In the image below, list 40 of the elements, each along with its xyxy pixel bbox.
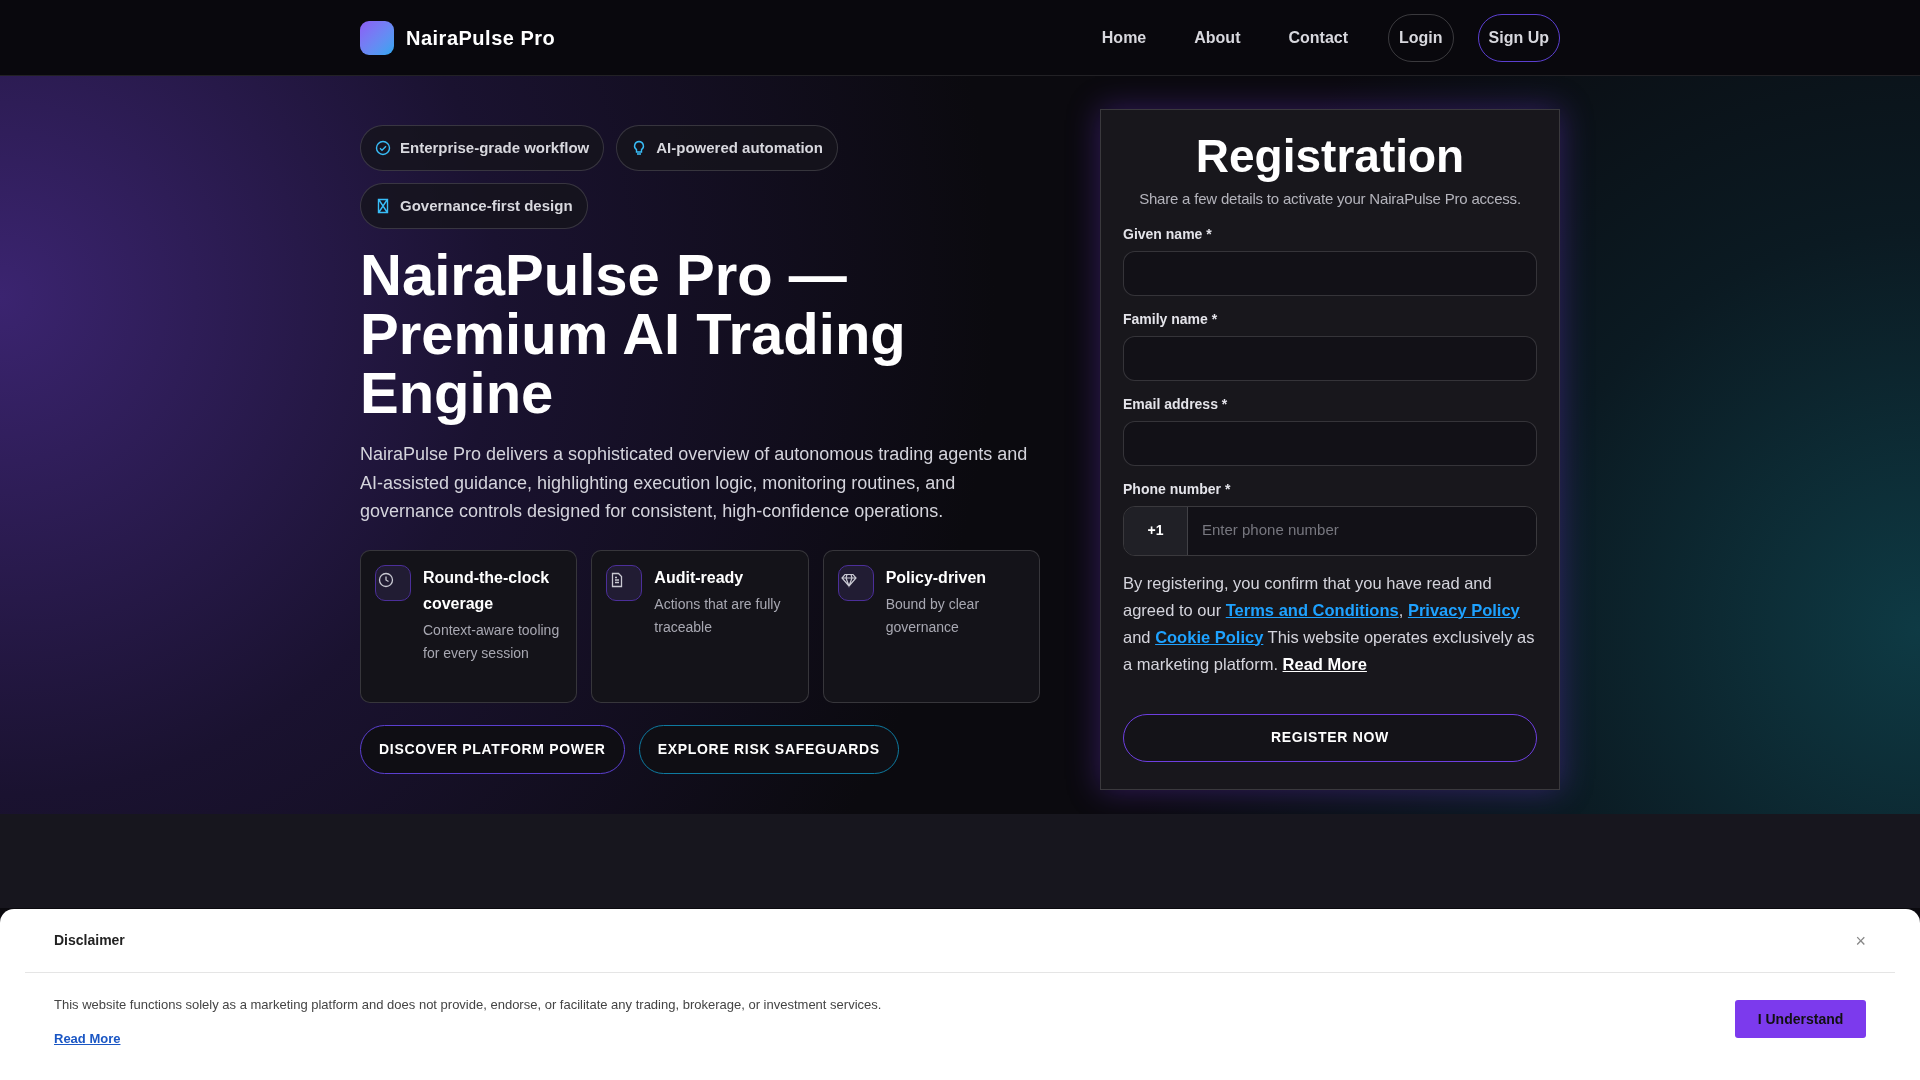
badge-label: Governance-first design [400, 195, 573, 216]
hourglass-icon [375, 198, 391, 214]
text-input[interactable] [1123, 420, 1537, 466]
feature-text: Bound by clear governance [885, 594, 981, 637]
brand-name[interactable]: NairaPulse Pro [406, 22, 556, 53]
clock-icon [378, 571, 394, 588]
badge-label: AI-powered automation [656, 137, 823, 158]
cta-button[interactable]: EXPLORE RISK SAFEGUARDS [638, 724, 899, 774]
badge-label: Enterprise-grade workflow [400, 137, 590, 158]
policy-link[interactable]: Privacy Policy [1407, 600, 1520, 619]
diamond-icon [840, 571, 857, 588]
feature-title: Policy-driven [885, 567, 988, 588]
registration-title: Registration [1194, 129, 1466, 184]
nav-link[interactable]: Contact [1272, 13, 1364, 62]
read-more-link[interactable]: Read More [1282, 654, 1367, 673]
text-input[interactable] [1123, 250, 1537, 296]
feature-title: Audit-ready [654, 567, 745, 588]
feature-title: Round-the-clock coverage [423, 567, 551, 614]
field-label: Family name * [1123, 309, 1219, 328]
register-button[interactable]: REGISTER NOW [1123, 713, 1537, 762]
hero-description: NairaPulse Pro delivers a sophisticated overview of autonomous trading agents and AI-assisted guidance, highlighting execution logic, monitoring routines, and governance controls designed for consistent, high-confidence operations. [360, 443, 1029, 523]
disclaimer-title: Disclaimer [54, 931, 125, 950]
read-more-link[interactable]: Read More [54, 1028, 121, 1048]
field-label: Phone number * [1123, 479, 1232, 498]
field-label: Email address * [1123, 394, 1229, 413]
logo-icon [360, 20, 394, 55]
cta-button[interactable]: DISCOVER PLATFORM POWER [360, 724, 625, 774]
feature-text: Context-aware tooling for every session [423, 620, 561, 663]
nav-link[interactable]: About [1178, 13, 1257, 62]
field-label: Given name * [1123, 224, 1213, 243]
nav-link[interactable]: Home [1085, 13, 1163, 62]
consent-text: By registering, you confirm that you have read and agreed to our Terms and Conditions, Privacy Policy and Cookie Policy This website operates exclusively as a marketing platform. Read More [1123, 572, 1536, 675]
feature-text: Actions that are fully traceable [654, 594, 782, 637]
disclaimer-text: This website functions solely as a marketing platform and does not provide, endorse, or facilitate any trading, brokerage, or investment services. [54, 996, 882, 1014]
policy-link[interactable]: Cookie Policy [1155, 627, 1264, 646]
policy-link[interactable]: Terms and Conditions [1225, 600, 1399, 619]
close-button[interactable]: × [1855, 931, 1866, 950]
registration-subtitle: Share a few details to activate your NairaPulse Pro access. [1138, 189, 1522, 209]
check-circle-icon [375, 140, 391, 156]
text-input[interactable] [1123, 335, 1537, 381]
